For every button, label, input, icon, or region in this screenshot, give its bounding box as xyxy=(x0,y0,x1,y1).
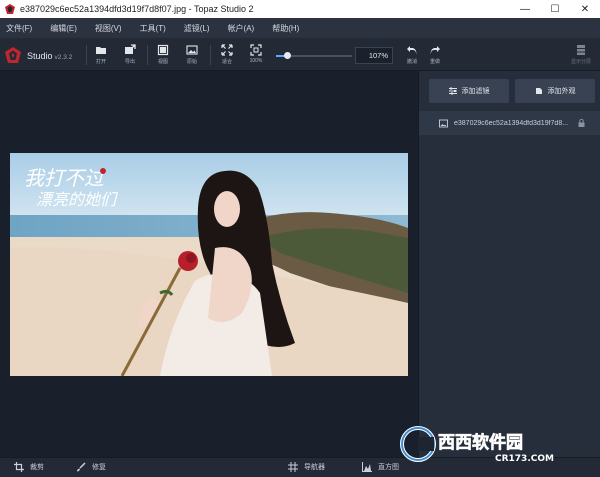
zoom-slider-handle[interactable] xyxy=(283,52,291,59)
image-icon xyxy=(186,45,198,55)
add-look-label: 添加外观 xyxy=(547,88,576,95)
brand-name: Studio xyxy=(27,51,53,61)
brand-version: v2.3.2 xyxy=(54,54,73,61)
folder-icon xyxy=(96,47,106,54)
watermark-brand: 西西软件园 xyxy=(438,432,523,453)
cr173-watermark-logo: 西西软件园 CR173.COM xyxy=(400,426,554,464)
menu-bar: 文件(F) 编辑(E) 视图(V) 工具(T) 滤镜(L) 帐户(A) 帮助(H… xyxy=(0,18,600,38)
redo-icon xyxy=(430,46,440,55)
undo-label: 撤消 xyxy=(406,59,417,65)
image-layer-icon xyxy=(439,119,448,127)
lock-icon xyxy=(578,119,585,127)
menu-edit[interactable]: 编辑(E) xyxy=(50,23,77,34)
export-button[interactable]: 导出 xyxy=(117,44,143,68)
brush-icon xyxy=(77,462,86,472)
brand-label: Studio v2.3.2 xyxy=(27,51,72,61)
add-look-button[interactable]: 添加外观 xyxy=(515,79,595,103)
export-icon xyxy=(125,44,136,54)
title-bar: e387029c6ec52a1394dfd3d19f7d8f07.jpg - T… xyxy=(0,0,600,18)
redo-button[interactable]: 重做 xyxy=(422,44,448,68)
navigator-label: 导航器 xyxy=(304,464,325,471)
redo-label: 重做 xyxy=(429,59,440,65)
open-label: 打开 xyxy=(95,59,106,65)
menu-view[interactable]: 视图(V) xyxy=(95,23,122,34)
layer-item[interactable]: e387029c6ec52a1394dfd3d19f7d8... xyxy=(419,111,600,135)
toolbar-divider xyxy=(210,45,211,65)
image-canvas[interactable]: 我打不过 漂亮的她们 xyxy=(0,71,418,457)
histogram-icon xyxy=(362,462,372,472)
fit-label: 适合 xyxy=(221,59,232,65)
look-icon xyxy=(535,88,542,94)
histogram-button[interactable]: 直方图 xyxy=(362,462,399,472)
add-filter-label: 添加滤镜 xyxy=(461,88,490,95)
menu-tools[interactable]: 工具(T) xyxy=(140,23,166,34)
calligraphy-line-2: 漂亮的她们 xyxy=(36,190,118,209)
fit-button[interactable]: 适合 xyxy=(214,44,240,68)
export-label: 导出 xyxy=(124,59,135,65)
view-button[interactable]: 视图 xyxy=(150,44,176,68)
original-button[interactable]: 原始 xyxy=(179,44,205,68)
add-filter-button[interactable]: 添加滤镜 xyxy=(429,79,509,103)
navigator-button[interactable]: 导航器 xyxy=(288,462,325,472)
fit-icon xyxy=(221,44,233,56)
toolbar-divider xyxy=(147,45,148,65)
close-button[interactable]: ✕ xyxy=(570,0,600,18)
beach-portrait-image: 我打不过 漂亮的她们 xyxy=(10,153,408,376)
watermark-site: CR173.COM xyxy=(495,454,554,464)
undo-icon xyxy=(407,46,417,55)
maximize-button[interactable]: ☐ xyxy=(540,0,570,18)
crop-label: 裁剪 xyxy=(30,464,44,471)
topaz-logo-icon xyxy=(5,47,21,63)
filter-sliders-icon xyxy=(448,87,457,95)
show-layers-label: 显示分层 xyxy=(570,59,591,65)
crop-tool-button[interactable]: 裁剪 xyxy=(14,462,44,472)
layer-name: e387029c6ec52a1394dfd3d19f7d8... xyxy=(454,119,569,127)
minimize-button[interactable]: — xyxy=(510,0,540,18)
zoom-value-field[interactable]: 107% xyxy=(355,47,393,64)
toolbar-divider xyxy=(86,45,87,65)
repair-tool-button[interactable]: 修复 xyxy=(76,462,106,472)
navigator-grid-icon xyxy=(288,462,298,472)
menu-filters[interactable]: 滤镜(L) xyxy=(184,23,210,34)
menu-account[interactable]: 帐户(A) xyxy=(228,23,255,34)
repair-label: 修复 xyxy=(92,464,106,471)
right-panel: 添加滤镜 添加外观 e387029c6ec52a1394dfd3d19f7d8.… xyxy=(418,71,600,457)
original-label: 原始 xyxy=(186,59,197,65)
view-label: 视图 xyxy=(157,59,168,65)
window-title: e387029c6ec52a1394dfd3d19f7d8f07.jpg - T… xyxy=(20,4,254,14)
zoom-100-button[interactable]: 100% xyxy=(243,44,269,68)
crop-icon xyxy=(14,462,24,472)
menu-file[interactable]: 文件(F) xyxy=(6,23,32,34)
split-view-icon xyxy=(157,44,169,56)
actual-size-icon xyxy=(250,44,262,56)
histogram-label: 直方图 xyxy=(378,464,399,471)
photo-preview: 我打不过 漂亮的她们 xyxy=(10,153,408,376)
topaz-app-icon xyxy=(5,4,15,14)
show-layers-button[interactable]: 显示分层 xyxy=(568,44,594,68)
zoom-100-label: 100% xyxy=(249,58,263,64)
open-button[interactable]: 打开 xyxy=(88,44,114,68)
calligraphy-line-1: 我打不过 xyxy=(24,166,107,190)
layers-icon xyxy=(577,45,585,55)
menu-help[interactable]: 帮助(H) xyxy=(272,23,299,34)
